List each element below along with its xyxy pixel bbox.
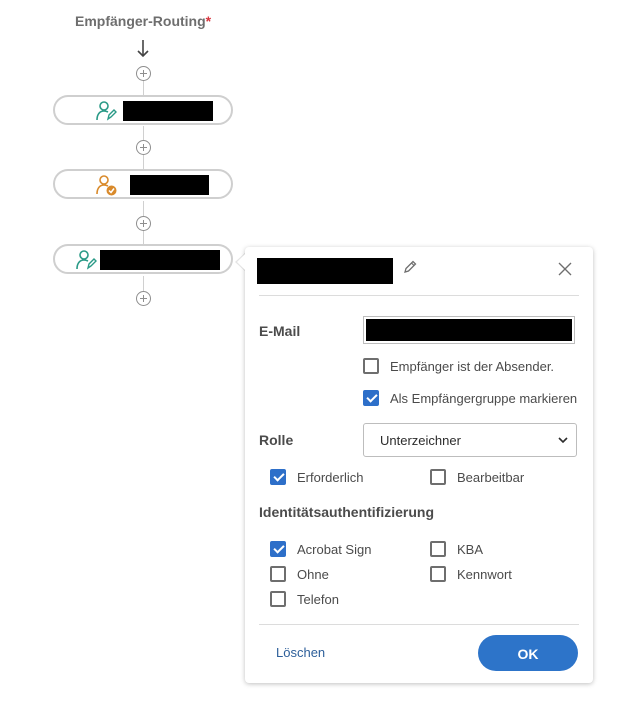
sender-checkbox-label: Empfänger ist der Absender. bbox=[390, 359, 555, 374]
signer-icon bbox=[96, 101, 117, 121]
add-recipient-plus-icon[interactable] bbox=[136, 140, 151, 155]
auth-label: Identitätsauthentifizierung bbox=[259, 504, 434, 520]
editable-checkbox-label: Bearbeitbar bbox=[457, 470, 525, 485]
auth-none-label: Ohne bbox=[297, 567, 329, 582]
email-label: E-Mail bbox=[259, 323, 301, 339]
recipient-node-2[interactable] bbox=[53, 169, 233, 199]
group-checkbox-label: Als Empfängergruppe markieren bbox=[390, 391, 578, 406]
group-checkbox[interactable] bbox=[363, 390, 379, 406]
add-recipient-plus-icon[interactable] bbox=[136, 291, 151, 306]
connector-line bbox=[143, 230, 144, 244]
popover-caret-inner bbox=[237, 253, 246, 271]
auth-acrobat-sign-label: Acrobat Sign bbox=[297, 542, 372, 557]
recipient-node-3[interactable] bbox=[53, 244, 233, 274]
email-field[interactable] bbox=[363, 316, 575, 344]
close-icon[interactable] bbox=[558, 262, 572, 276]
required-marker: * bbox=[205, 13, 212, 29]
redacted-recipient-title bbox=[257, 258, 393, 284]
auth-acrobat-sign-checkbox[interactable] bbox=[270, 541, 286, 557]
connector-line bbox=[143, 201, 144, 216]
recipient-node-1[interactable] bbox=[53, 95, 233, 125]
redacted-email bbox=[366, 319, 572, 341]
divider bbox=[259, 295, 579, 296]
connector-line bbox=[143, 80, 144, 95]
redacted-recipient-name bbox=[123, 101, 213, 121]
chevron-down-icon bbox=[558, 437, 568, 444]
sender-checkbox[interactable] bbox=[363, 358, 379, 374]
required-checkbox[interactable] bbox=[270, 469, 286, 485]
pencil-icon[interactable] bbox=[403, 260, 417, 274]
delete-link[interactable]: Löschen bbox=[276, 645, 325, 660]
auth-kba-label: KBA bbox=[457, 542, 484, 557]
routing-title: Empfänger-Routing* bbox=[75, 13, 212, 29]
auth-password-checkbox[interactable] bbox=[430, 566, 446, 582]
required-checkbox-label: Erforderlich bbox=[297, 470, 364, 485]
divider bbox=[259, 624, 579, 625]
auth-none-checkbox[interactable] bbox=[270, 566, 286, 582]
add-recipient-plus-icon[interactable] bbox=[136, 66, 151, 81]
connector-line bbox=[143, 276, 144, 291]
role-label: Rolle bbox=[259, 432, 294, 448]
connector-line bbox=[143, 155, 144, 169]
role-select-value: Unterzeichner bbox=[380, 433, 461, 448]
auth-phone-checkbox[interactable] bbox=[270, 591, 286, 607]
editable-checkbox[interactable] bbox=[430, 469, 446, 485]
redacted-recipient-name bbox=[100, 250, 220, 270]
arrow-down-icon bbox=[137, 40, 149, 58]
recipient-settings-panel: E-Mail Empfänger ist der Absender. Als E… bbox=[245, 247, 593, 683]
auth-phone-label: Telefon bbox=[297, 592, 339, 607]
auth-password-label: Kennwort bbox=[457, 567, 512, 582]
approver-icon bbox=[96, 175, 117, 196]
redacted-recipient-name bbox=[130, 175, 209, 195]
connector-line bbox=[143, 126, 144, 140]
add-recipient-plus-icon[interactable] bbox=[136, 216, 151, 231]
auth-kba-checkbox[interactable] bbox=[430, 541, 446, 557]
role-select[interactable]: Unterzeichner bbox=[363, 423, 577, 457]
signer-icon bbox=[76, 250, 97, 270]
ok-button[interactable]: OK bbox=[478, 635, 578, 671]
